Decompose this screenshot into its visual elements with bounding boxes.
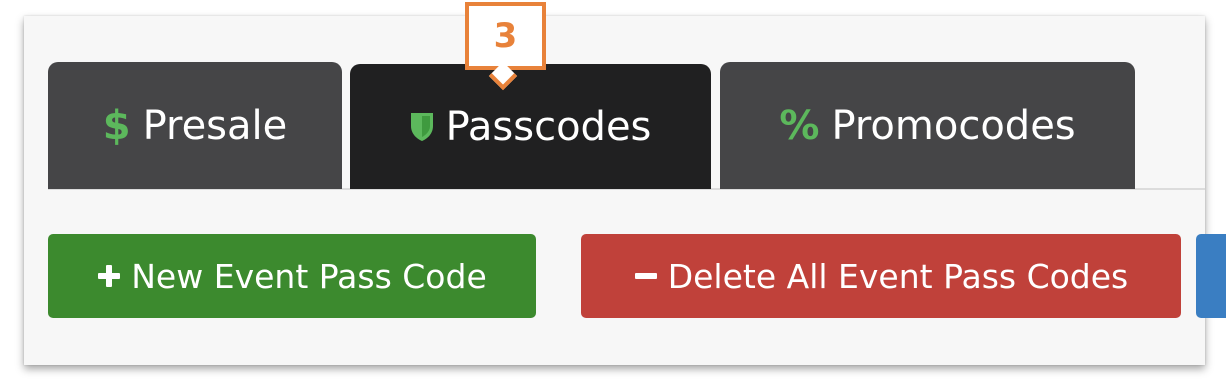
partial-action-button[interactable] [1196, 234, 1226, 318]
callout-pointer-mask [495, 60, 523, 66]
button-label: New Event Pass Code [131, 256, 487, 296]
tab-passcodes[interactable]: Passcodes [350, 64, 711, 189]
tab-label: Passcodes [445, 103, 652, 150]
new-event-pass-code-button[interactable]: New Event Pass Code [48, 234, 536, 318]
minus-icon [634, 264, 658, 288]
tab-label: Presale [142, 102, 288, 149]
shield-icon [410, 112, 434, 142]
tab-label: Promocodes [831, 102, 1076, 149]
dollar-icon: $ [102, 102, 131, 149]
plus-icon [97, 264, 121, 288]
tab-presale[interactable]: $ Presale [48, 62, 342, 189]
percent-icon: % [779, 102, 820, 149]
button-label: Delete All Event Pass Codes [667, 256, 1129, 296]
tab-promocodes[interactable]: % Promocodes [720, 62, 1135, 189]
delete-all-event-pass-codes-button[interactable]: Delete All Event Pass Codes [581, 234, 1181, 318]
